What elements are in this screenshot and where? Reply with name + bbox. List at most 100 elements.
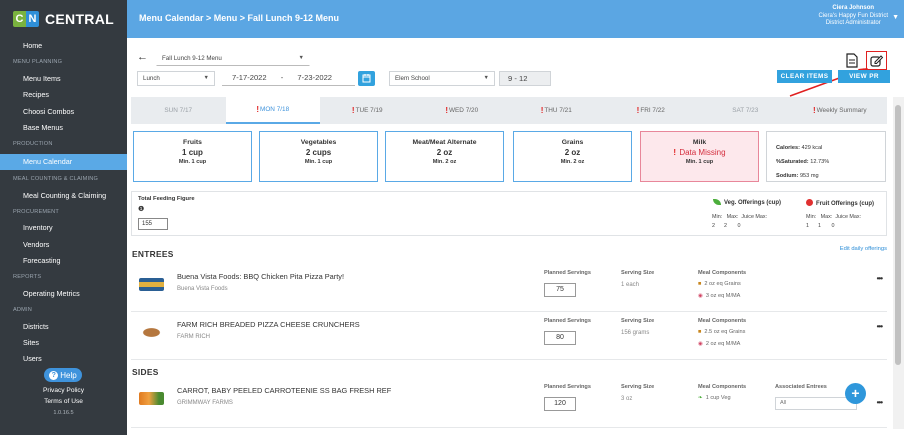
clear-items-button[interactable]: CLEAR ITEMS xyxy=(777,70,832,83)
edit-daily-offerings-link[interactable]: Edit daily offerings xyxy=(840,246,887,252)
sidebar-item-vendors[interactable]: Vendors xyxy=(0,237,127,253)
more-options-icon[interactable]: ••• xyxy=(877,274,883,283)
calories-value: 429 kcal xyxy=(801,145,823,151)
sidebar-nav: Home MENU PLANNING Menu Items Recipes Choosi… xyxy=(0,38,127,368)
grains-icon: ■ xyxy=(698,281,702,287)
planned-servings-input[interactable]: 120 xyxy=(544,397,576,411)
add-item-button[interactable]: + xyxy=(845,383,866,404)
sidebar-item-inventory[interactable]: Inventory xyxy=(0,220,127,236)
tab-day-2[interactable]: ! TUE 7/19 xyxy=(320,97,415,124)
planned-servings-label: Planned Servings xyxy=(544,318,591,324)
meal-component-line: ◉ 3 oz eq M/MA xyxy=(698,293,740,299)
calories-row: Calories: 429 kcal xyxy=(776,141,885,155)
tab-day-1[interactable]: ! MON 7/18 xyxy=(225,97,320,124)
tab-day-6[interactable]: SAT 7/23 xyxy=(698,97,793,124)
tab-day-5[interactable]: ! FRI 7/22 xyxy=(604,97,699,124)
tab-day-3[interactable]: ! WED 7/20 xyxy=(415,97,510,124)
privacy-policy-link[interactable]: Privacy Policy xyxy=(0,387,127,394)
component-value-text: 1 cup xyxy=(182,148,203,157)
more-options-icon[interactable]: ••• xyxy=(877,322,883,331)
component-min: Min. 2 oz xyxy=(560,159,585,165)
fruit-offerings-values: Min: Max: Juice Max: 1 1 0 xyxy=(806,213,861,231)
sidebar-item-menu-items[interactable]: Menu Items xyxy=(0,71,127,87)
sidebar-item-users[interactable]: Users xyxy=(0,351,127,367)
top-header: Menu Calendar > Menu > Fall Lunch 9-12 M… xyxy=(127,0,904,38)
item-vendor: GRIMMWAY FARMS xyxy=(177,400,233,406)
entrees-row[interactable]: Buena Vista Foods: BBQ Chicken Pita Pizz… xyxy=(131,264,887,312)
more-options-icon[interactable]: ••• xyxy=(877,398,883,407)
alert-icon: ! xyxy=(636,106,640,115)
planned-servings-label: Planned Servings xyxy=(544,384,591,390)
tab-day-0[interactable]: SUN 7/17 xyxy=(131,97,226,124)
date-range-field[interactable]: 7-17-2022 - 7-23-2022 xyxy=(222,71,355,86)
meat-icon: ◉ xyxy=(698,341,703,347)
planned-servings-input[interactable]: 80 xyxy=(544,331,576,345)
alert-icon: ! xyxy=(673,148,679,157)
planned-servings-input[interactable]: 75 xyxy=(544,283,576,297)
sidebar-item-menu-calendar[interactable]: Menu Calendar xyxy=(0,153,127,171)
back-arrow-icon[interactable]: ← xyxy=(137,51,148,63)
tab-day-4[interactable]: ! THU 7/21 xyxy=(509,97,604,124)
component-value-text: Data Missing xyxy=(679,148,726,157)
user-name: Ciera Johnson xyxy=(832,5,875,11)
apple-icon xyxy=(806,199,813,206)
chevron-down-icon[interactable]: ▼ xyxy=(892,14,899,21)
sides-row[interactable]: CARROT, BABY PEELED CARROTEENIE SS BAG F… xyxy=(131,378,887,428)
grade-field: 9 - 12 xyxy=(499,71,551,86)
saturated-label: %Saturated: xyxy=(776,159,809,165)
help-button[interactable]: ? Help xyxy=(44,368,82,382)
sodium-value: 953 mg xyxy=(799,173,819,179)
saturated-row: %Saturated: 12.73% xyxy=(776,155,885,169)
meal-component-line: ❧ 1 cup Veg xyxy=(698,395,731,401)
calendar-icon[interactable] xyxy=(358,71,375,86)
scrollbar[interactable] xyxy=(893,97,904,429)
entrees-row[interactable]: FARM RICH BREADED PIZZA CHEESE CRUNCHERS… xyxy=(131,312,887,360)
sidebar-item-sites[interactable]: Sites xyxy=(0,335,127,351)
sidebar-item-districts[interactable]: Districts xyxy=(0,319,127,335)
user-menu[interactable]: Ciera Johnson Ciera's Happy Fun District… xyxy=(819,5,889,28)
veg-offerings-label: Veg. Offerings (cup) xyxy=(724,200,782,206)
tab-label: TUE 7/19 xyxy=(355,107,383,114)
sidebar-item-base-menus[interactable]: Base Menus xyxy=(0,120,127,136)
item-name[interactable]: CARROT, BABY PEELED CARROTEENIE SS BAG F… xyxy=(177,386,391,395)
sidebar-item-choosi-combos[interactable]: Choosi Combos xyxy=(0,104,127,120)
school-select[interactable]: Elem School ▼ xyxy=(389,71,495,86)
item-name[interactable]: FARM RICH BREADED PIZZA CHEESE CRUNCHERS xyxy=(177,320,360,329)
sidebar-item-operating-metrics[interactable]: Operating Metrics xyxy=(0,286,127,302)
alert-icon: ! xyxy=(812,106,816,115)
sidebar-item-home[interactable]: Home xyxy=(0,38,127,54)
sidebar-item-forecasting[interactable]: Forecasting xyxy=(0,253,127,269)
help-icon: ? xyxy=(49,370,59,380)
food-image xyxy=(139,392,164,405)
fruit-offerings-nums: 1 1 0 xyxy=(806,223,835,229)
sidebar-item-meal-counting-claiming[interactable]: Meal Counting & Claiming xyxy=(0,188,127,204)
logo[interactable]: C N CENTRAL xyxy=(0,0,127,38)
meal-component-text: 1 cup Veg xyxy=(705,395,731,401)
tab-day-7[interactable]: ! Weekly Summary xyxy=(793,97,888,124)
meal-select[interactable]: Lunch ▼ xyxy=(137,71,215,86)
nutrition-summary: Calories: 429 kcal %Saturated: 12.73% So… xyxy=(766,131,886,182)
user-role: District Administrator xyxy=(825,20,881,26)
feeding-figure-input[interactable]: 155 xyxy=(138,218,168,230)
component-card: Milk! Data Missing Min. 1 cup xyxy=(640,131,759,182)
associated-entrees-select[interactable]: All xyxy=(775,397,857,410)
logo-letter-c: C xyxy=(13,11,26,27)
menu-select[interactable]: Fall Lunch 9-12 Menu ▼ xyxy=(156,51,310,66)
terms-of-use-link[interactable]: Terms of Use xyxy=(0,398,127,405)
logo-letter-n: N xyxy=(26,11,39,27)
sidebar-item-recipes[interactable]: Recipes xyxy=(0,87,127,103)
meal-component-line: ■ 2.5 oz eq Grains xyxy=(698,329,745,335)
veg-offerings-title: Veg. Offerings (cup) xyxy=(713,199,781,206)
meal-components-label: Meal Components xyxy=(698,384,747,390)
meal-component-line: ◉ 2 oz eq M/MA xyxy=(698,341,740,347)
info-icon[interactable]: ❶ xyxy=(138,205,144,213)
serving-size-label: Serving Size xyxy=(621,384,655,390)
date-to: 7-23-2022 xyxy=(297,73,333,82)
component-value: 2 oz xyxy=(514,148,631,157)
component-min: Min. 1 cup xyxy=(685,159,714,165)
view-pr-button[interactable]: VIEW PR xyxy=(838,70,890,83)
sidebar-section-reports: REPORTS xyxy=(13,274,42,281)
item-vendor: FARM RICH xyxy=(177,334,210,340)
scrollbar-thumb[interactable] xyxy=(895,105,901,365)
item-name[interactable]: Buena Vista Foods: BBQ Chicken Pita Pizz… xyxy=(177,272,344,281)
